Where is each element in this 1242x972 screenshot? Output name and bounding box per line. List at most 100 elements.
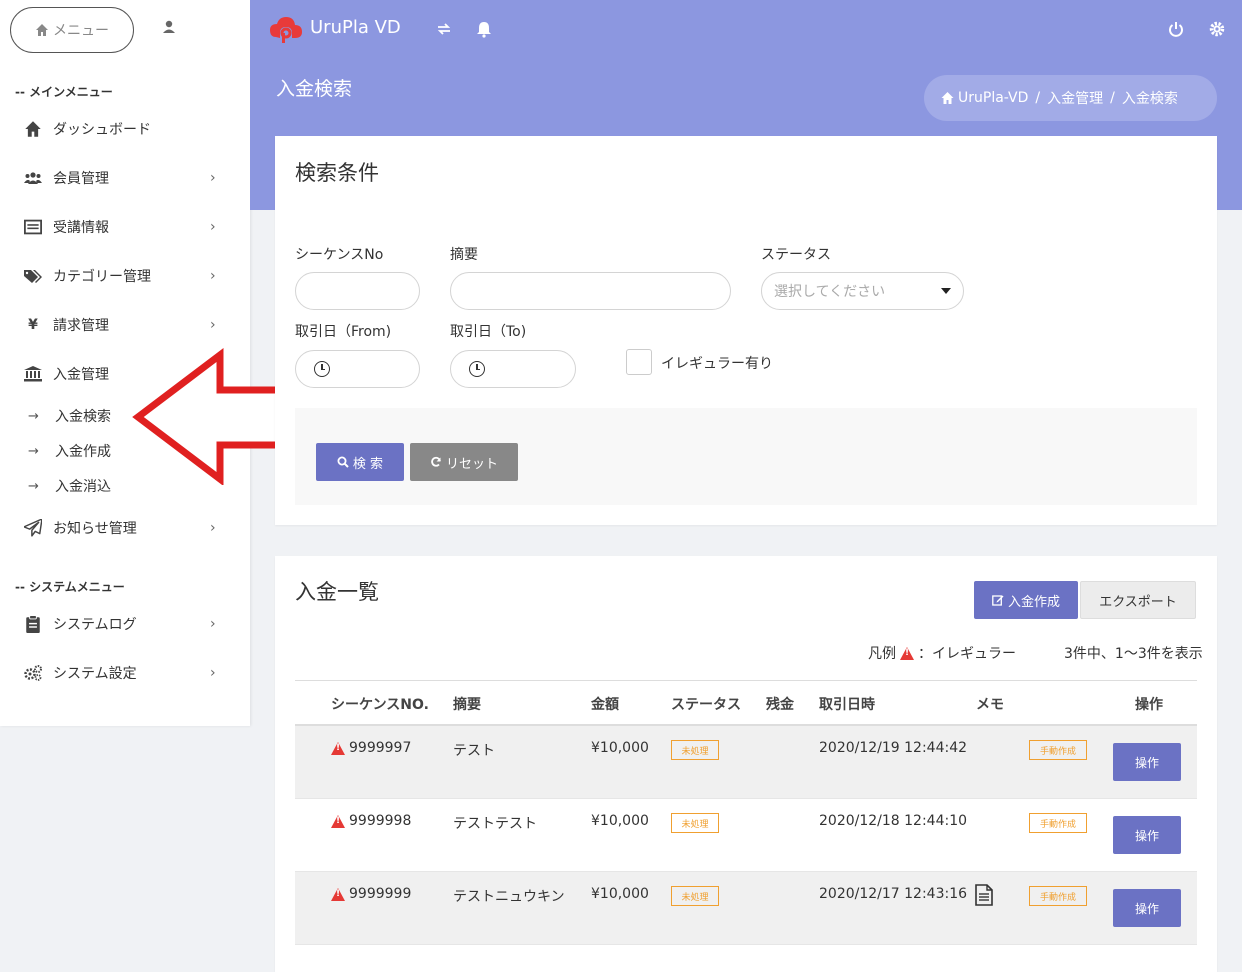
amount-cell: ¥10,000	[591, 813, 649, 829]
search-card-title: 検索条件	[295, 161, 379, 185]
reset-button[interactable]: リセット	[410, 443, 518, 481]
clock-icon	[469, 361, 485, 377]
warning-icon	[900, 646, 914, 660]
date-from-label: 取引日（From)	[295, 324, 392, 340]
top-header: UruPla VD	[250, 0, 1242, 60]
sidebar-item-notices[interactable]: お知らせ管理 ›	[0, 513, 250, 543]
row-action-button[interactable]: 操作	[1113, 889, 1181, 927]
manual-created-badge: 手動作成	[1029, 740, 1087, 760]
export-button-label: エクスポート	[1099, 594, 1177, 610]
breadcrumb-item: 入金検索	[1121, 91, 1178, 107]
sequence-value: 9999998	[349, 813, 412, 829]
export-button[interactable]: エクスポート	[1080, 581, 1196, 619]
sidebar-subitem-payment-create[interactable]: → 入金作成	[28, 440, 111, 462]
status-badge: 未処理	[671, 886, 719, 906]
create-payment-button[interactable]: 入金作成	[974, 581, 1078, 619]
column-header: メモ	[976, 697, 1004, 713]
column-header: 残金	[766, 697, 794, 713]
cogs-icon	[24, 665, 42, 681]
summary-cell: テストテスト	[453, 816, 537, 832]
sidebar-subitem-payment-search[interactable]: → 入金検索	[28, 405, 111, 427]
table-row: 9999997 テスト ¥10,000 未処理 2020/12/19 12:44…	[295, 726, 1197, 799]
legend-text: ：イレギュラー	[918, 646, 1016, 662]
tags-icon	[24, 270, 42, 283]
warning-icon	[331, 814, 345, 828]
sidebar-item-label: お知らせ管理	[53, 521, 137, 537]
date-cell: 2020/12/18 12:44:10	[819, 813, 968, 829]
chevron-right-icon: ›	[210, 268, 216, 284]
table-row: 9999999 テストニュウキン ¥10,000 未処理 2020/12/17 …	[295, 872, 1197, 945]
arrow-right-icon: →	[28, 478, 39, 494]
sequence-input[interactable]	[295, 272, 420, 310]
sidebar-item-label: 請求管理	[53, 318, 109, 334]
sidebar-item-label: システムログ	[53, 617, 137, 633]
search-button-label: 検 索	[352, 456, 384, 472]
search-button[interactable]: 検 索	[316, 443, 404, 481]
sequence-cell: 9999998	[331, 813, 411, 829]
chevron-right-icon: ›	[210, 616, 216, 632]
amount-cell: ¥10,000	[591, 886, 649, 902]
status-badge: 未処理	[671, 740, 719, 760]
sidebar-item-label: 入金管理	[53, 367, 109, 383]
menu-button-label: メニュー	[53, 23, 109, 39]
summary-cell: テストニュウキン	[453, 889, 565, 905]
sidebar-item-label: ダッシュボード	[53, 122, 151, 138]
row-action-button[interactable]: 操作	[1113, 743, 1181, 781]
brand-name: UruPla VD	[310, 17, 401, 38]
date-to-input[interactable]	[450, 350, 576, 388]
chevron-right-icon: ›	[210, 520, 216, 536]
refresh-icon	[431, 456, 441, 467]
bell-icon[interactable]	[475, 20, 493, 38]
warning-icon	[331, 887, 345, 901]
gear-icon[interactable]	[1208, 20, 1226, 38]
date-cell: 2020/12/17 12:43:16	[819, 886, 968, 902]
user-icon[interactable]	[160, 18, 178, 36]
status-select-placeholder: 選択してください	[774, 284, 886, 300]
swap-arrows-icon[interactable]	[435, 20, 453, 38]
row-action-button[interactable]: 操作	[1113, 816, 1181, 854]
manual-created-badge: 手動作成	[1029, 813, 1087, 833]
warning-icon	[331, 741, 345, 755]
sidebar-item-members[interactable]: 会員管理 ›	[0, 163, 250, 193]
sequence-cell: 9999999	[331, 886, 411, 902]
sidebar-item-dashboard[interactable]: ダッシュボード	[0, 114, 250, 144]
table-header: シーケンスNO. 摘要 金額 ステータス 残金 取引日時 メモ 操作	[295, 680, 1197, 726]
create-payment-button-label: 入金作成	[1007, 594, 1060, 610]
home-icon	[36, 24, 48, 36]
chevron-right-icon: ›	[210, 665, 216, 681]
sidebar-subitem-label: 入金検索	[55, 409, 111, 425]
legend: 凡例 ：イレギュラー	[868, 643, 1016, 663]
sidebar-item-courses[interactable]: 受講情報 ›	[0, 212, 250, 242]
sidebar-item-label: 受講情報	[53, 220, 109, 236]
caret-down-icon	[941, 288, 951, 294]
sidebar-item-billing[interactable]: ¥ 請求管理 ›	[0, 310, 250, 340]
sidebar-item-categories[interactable]: カテゴリー管理 ›	[0, 261, 250, 291]
breadcrumb-separator: /	[1035, 90, 1041, 106]
summary-input[interactable]	[450, 272, 731, 310]
chevron-right-icon: ›	[210, 317, 216, 333]
sidebar-item-label: システム設定	[53, 666, 137, 682]
sidebar-item-system-log[interactable]: システムログ ›	[0, 609, 250, 639]
sidebar-item-label: 会員管理	[53, 171, 109, 187]
sequence-value: 9999997	[349, 740, 412, 756]
date-from-input[interactable]	[295, 350, 420, 388]
menu-button[interactable]: メニュー	[10, 7, 134, 53]
memo-document-icon[interactable]	[975, 884, 993, 906]
irregular-checkbox[interactable]	[626, 349, 652, 375]
home-icon	[25, 121, 41, 137]
breadcrumb-item[interactable]: 入金管理	[1047, 88, 1103, 108]
search-icon	[337, 456, 349, 468]
sidebar-subitem-label: 入金消込	[55, 479, 111, 495]
power-icon[interactable]	[1167, 20, 1185, 38]
sidebar-item-system-settings[interactable]: システム設定 ›	[0, 658, 250, 688]
column-header: ステータス	[671, 697, 741, 713]
paper-plane-icon	[24, 519, 42, 537]
status-select[interactable]: 選択してください	[761, 272, 964, 310]
breadcrumb-item[interactable]: UruPla-VD	[958, 90, 1028, 106]
sidebar-subitem-payment-reconcile[interactable]: → 入金消込	[28, 475, 111, 497]
table-row: 9999998 テストテスト ¥10,000 未処理 2020/12/18 12…	[295, 799, 1197, 872]
manual-created-badge: 手動作成	[1029, 886, 1087, 906]
amount-cell: ¥10,000	[591, 740, 649, 756]
payment-list-title: 入金一覧	[295, 580, 379, 604]
page-title: 入金検索	[276, 78, 353, 100]
